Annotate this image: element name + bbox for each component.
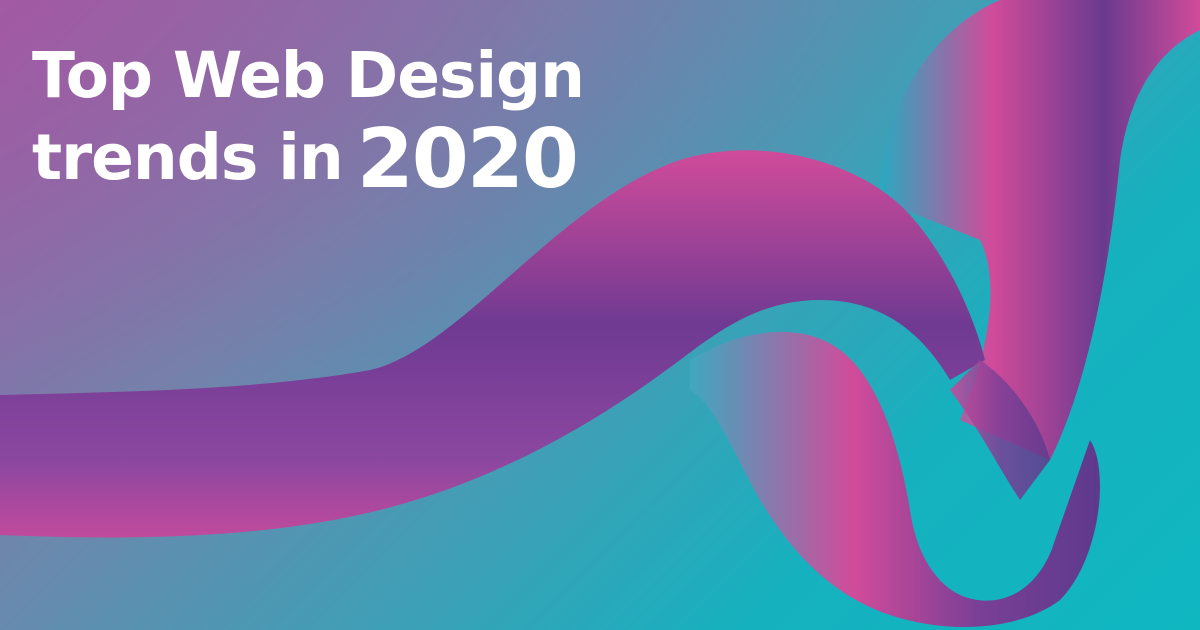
hero-banner: Top Web Design trends in 2020 — [0, 0, 1200, 630]
headline-line-2: trends in 2020 — [32, 112, 584, 201]
headline-line-1: Top Web Design — [32, 39, 585, 112]
headline-line-2-text: trends in — [32, 121, 344, 194]
headline: Top Web Design trends in 2020 — [32, 39, 585, 201]
ribbon-back-loop — [880, 0, 1200, 460]
headline-year: 2020 — [356, 112, 579, 207]
